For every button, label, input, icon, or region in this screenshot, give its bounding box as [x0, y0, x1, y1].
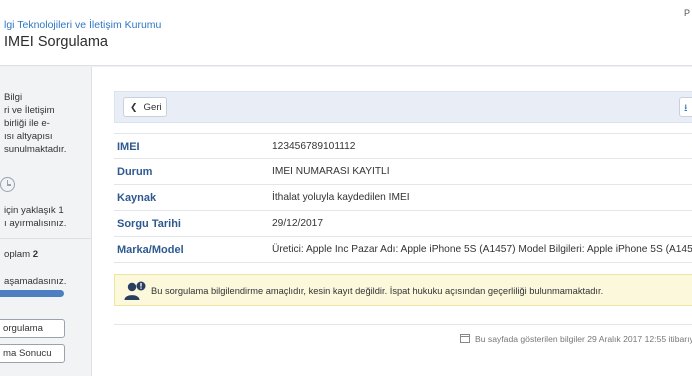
clock-icon [0, 177, 15, 192]
sidebar-info: Bilgi ri ve İletişim birliği ile e- ısı … [4, 91, 90, 156]
detail-value: 123456789101112 [272, 141, 356, 152]
sidebar: Bilgi ri ve İletişim birliği ile e- ısı … [0, 67, 92, 376]
calendar-icon [460, 334, 470, 343]
sidebar-time-line: için yaklaşık 1 [4, 205, 64, 216]
timestamp-note: Bu sayfada gösterilen bilgiler 29 Aralık… [460, 334, 692, 344]
sidebar-info-line: ri ve İletişim [4, 105, 55, 116]
result-step-button[interactable]: ma Sonucu [0, 344, 65, 363]
page-title: IMEI Sorgulama [4, 34, 108, 50]
step-total: oplam 2 [4, 249, 38, 260]
page-header: lgi Teknolojileri ve İletişim Kurumu IME… [0, 0, 692, 66]
query-step-button[interactable]: orgulama [0, 319, 65, 338]
disclaimer-notice: Bu sorgulama bilgilendirme amaçlıdır, ke… [114, 274, 692, 306]
download-button[interactable]: ⭳ [679, 97, 692, 117]
step-progress-bar [0, 290, 64, 297]
sidebar-info-line: ısı altyapısı [4, 131, 53, 142]
back-button-label: Geri [143, 102, 162, 113]
detail-row-query-date: Sorgu Tarihi 29/12/2017 [114, 211, 692, 237]
detail-row-source: Kaynak İthalat yoluyla kaydedilen IMEI [114, 185, 692, 211]
detail-value: IMEI NUMARASI KAYITLI [272, 166, 390, 177]
detail-row-brand-model: Marka/Model Üretici: Apple Inc Pazar Adı… [114, 237, 692, 263]
user-info-icon [124, 281, 146, 300]
detail-value: Üretici: Apple Inc Pazar Adı: Apple iPho… [272, 244, 692, 255]
step-stage: aşamadasınız. [4, 276, 67, 287]
detail-label: Durum [117, 166, 153, 178]
sidebar-time-info: için yaklaşık 1 ı ayırmalısınız. [4, 204, 90, 230]
sidebar-info-line: sunulmaktadır. [4, 144, 67, 155]
details-table: IMEI 123456789101112 Durum IMEI NUMARASI… [114, 133, 692, 263]
toolbar: ❮ Geri ⭳ [114, 91, 692, 123]
sidebar-divider [0, 238, 91, 239]
chevron-left-icon: ❮ [130, 102, 138, 112]
detail-value: 29/12/2017 [272, 218, 323, 229]
footer-divider [114, 324, 692, 325]
detail-label: IMEI [117, 141, 140, 153]
detail-label: Marka/Model [117, 244, 184, 256]
detail-row-status: Durum IMEI NUMARASI KAYITLI [114, 159, 692, 185]
detail-label: Kaynak [117, 192, 157, 204]
detail-value: İthalat yoluyla kaydedilen IMEI [272, 192, 410, 203]
step-total-label: oplam [4, 249, 33, 260]
step-total-value: 2 [32, 249, 39, 260]
sidebar-info-line: Bilgi [4, 92, 23, 103]
timestamp-text: Bu sayfada gösterilen bilgiler 29 Aralık… [475, 334, 692, 344]
back-button[interactable]: ❮ Geri [123, 97, 167, 117]
sidebar-info-line: birliği ile e- [4, 118, 50, 129]
header-corner-text[interactable]: P [684, 8, 690, 18]
detail-row-imei: IMEI 123456789101112 [114, 133, 692, 159]
org-name: lgi Teknolojileri ve İletişim Kurumu [4, 19, 162, 31]
download-icon: ⭳ [684, 103, 688, 114]
sidebar-time-line: ı ayırmalısınız. [4, 218, 67, 229]
detail-label: Sorgu Tarihi [117, 218, 181, 230]
step-progress-fill [0, 290, 64, 297]
main-content: ❮ Geri ⭳ IMEI 123456789101112 Durum IMEI … [92, 67, 692, 376]
disclaimer-text: Bu sorgulama bilgilendirme amaçlıdır, ke… [151, 286, 604, 296]
